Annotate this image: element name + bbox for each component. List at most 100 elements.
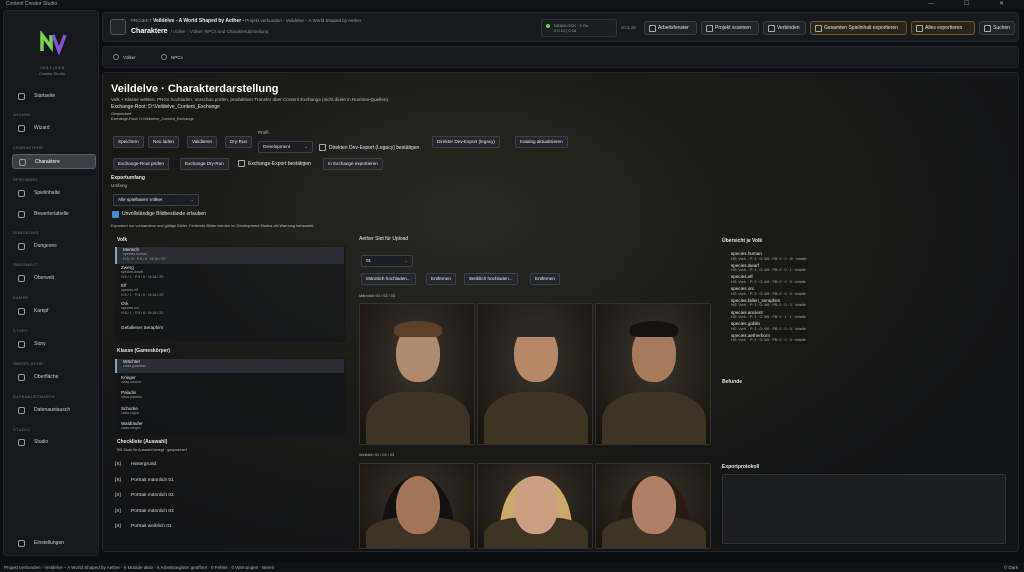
checklist-item: [X] Portrait weiblich 01	[115, 524, 172, 529]
nav-icon	[19, 159, 26, 166]
header-button-0[interactable]: Arbeitsfenster	[644, 21, 697, 35]
volk-item[interactable]: Ork species.orc H:5 / 1 · P:5 / 6 · M:18 /…	[115, 301, 344, 318]
exchange-root-check-button[interactable]: Exchange-Root prüfen	[113, 158, 169, 170]
klasse-id: class.guardian	[123, 364, 147, 368]
sidebar-section-label: CHARAKTERE	[13, 145, 44, 150]
sidebar-section-label: STORY	[13, 328, 29, 333]
sidebar-item-spielinhalte[interactable]: Spielinhalte	[12, 186, 96, 201]
male-portraits-label: Männlich 01 / 02 / 03	[359, 293, 396, 298]
klasse-name: Krieger	[121, 374, 136, 380]
header-button-3[interactable]: Gesamten Spielinhalt exportieren	[810, 21, 907, 35]
klasse-item[interactable]: Waldläufer class.ranger	[115, 421, 344, 435]
male-portrait-03[interactable]	[595, 303, 711, 445]
overview-species-name: species.goblin	[731, 321, 761, 327]
klasse-item[interactable]: Krieger class.warrior	[115, 375, 344, 389]
female-upload-button[interactable]: Weiblich hochladen...	[464, 273, 518, 285]
klasse-id: class.ranger	[121, 426, 141, 430]
status-right: © Dark	[1003, 565, 1018, 570]
male-portrait-02[interactable]	[477, 303, 593, 445]
checklist-item: [X] Portrait männlich 03	[115, 509, 174, 514]
volk-item[interactable]: Mensch species.human H:5 / 5 · P:5 / 6 · M…	[115, 247, 344, 264]
overview-species-stats: HG: Vorh. · P: 3 · O: 5/6 · PB: 0 · 0 · …	[731, 279, 806, 284]
profile-label: Profil	[258, 130, 269, 135]
header-button-5[interactable]: Suchen	[979, 21, 1015, 35]
volk-item[interactable]: Elf species.elf H:5 / 1 · P:5 / 6 · M:18 /…	[115, 283, 344, 300]
sidebar-item-kampf[interactable]: Kampf	[12, 304, 96, 319]
volk-stats: H:5 / 1 · P:5 / 6 · M:18 / 20	[121, 292, 164, 297]
exchange-confirm-label: Exchange-Export bestätigen	[248, 161, 311, 167]
save-button[interactable]: Speichern	[113, 136, 144, 148]
sidebar-item-datenaustausch[interactable]: Datenaustausch	[12, 403, 96, 418]
sidebar-item-dungeons[interactable]: Dungeons	[12, 239, 96, 254]
scope-select[interactable]: Alle spielbaren Völker ⌄	[113, 194, 199, 206]
sidebar-item-bewertertabelle[interactable]: Bewertertabelle	[12, 207, 96, 222]
tab-label: Völker	[123, 55, 136, 60]
header-button-1[interactable]: Projekt scannen	[701, 21, 759, 35]
sidebar-item-oberwelt[interactable]: Oberwelt	[12, 271, 96, 286]
face-shape	[632, 476, 676, 535]
tab-npcs[interactable]: NPCs	[159, 51, 183, 64]
female-portrait-02[interactable]	[477, 463, 593, 549]
direct-dev-export-button[interactable]: Direkter Dev-Export (legacy)	[432, 136, 500, 148]
female-portrait-03[interactable]	[595, 463, 711, 549]
sidebar-item-oberfläche[interactable]: Oberfläche	[12, 370, 96, 385]
exchange-confirm-checkbox[interactable]	[238, 160, 245, 167]
description: Volk + Klasse wählen, PNGs hochladen, Vo…	[111, 97, 390, 102]
header-button-4[interactable]: Alles exportieren	[911, 21, 975, 35]
overview-species-name: species.elf	[731, 274, 753, 280]
window-title: Content Creator Studio	[6, 1, 58, 7]
sidebar-item-charaktere[interactable]: Charaktere	[12, 154, 96, 169]
klasse-item[interactable]: Wächter class.guardian	[115, 359, 344, 373]
direct-dev-checkbox[interactable]	[319, 144, 326, 151]
sidebar-item-label: Kampf	[34, 308, 49, 314]
update-catalog-button[interactable]: Katalog aktualisieren	[515, 136, 568, 148]
overview-species-name: species.aetherborn	[731, 332, 771, 338]
status-bar: Projekt verbunden · Veildelve – A World …	[0, 563, 1024, 572]
sidebar-section-label: SPIELWAHL	[13, 177, 39, 182]
sidebar-item-studio[interactable]: Studio	[12, 435, 96, 450]
klasse-list: Wächter class.guardian Krieger class.warrio…	[115, 358, 346, 436]
nav-icon	[18, 407, 25, 414]
female-portrait-01[interactable]	[359, 463, 475, 549]
exchange-export-button[interactable]: In Exchange exportieren	[323, 158, 383, 170]
checklist-heading: Checkliste (Auswahl)	[117, 439, 168, 445]
dry-run-button[interactable]: Dry-Run	[225, 136, 253, 148]
header-button-2[interactable]: Verbinden	[763, 21, 806, 35]
overview-species-name: species.ancient	[731, 309, 763, 315]
female-remove-button[interactable]: Entfernen	[530, 273, 560, 285]
exchange-dry-run-button[interactable]: Exchange Dry-Run	[180, 158, 229, 170]
checklist-item: [X] Portrait männlich 01	[115, 478, 174, 483]
validate-button[interactable]: Validieren	[187, 136, 218, 148]
sidebar-item-startseite[interactable]: Startseite	[12, 89, 96, 104]
volk-stats: H:5 / 1 · P:5 / 6 · M:18 / 20	[121, 310, 164, 315]
tab-label: NPCs	[171, 55, 183, 60]
sidebar-item-wizard[interactable]: Wizard	[12, 121, 96, 136]
exchange-root: Exchange-Root: D:\Veildelve_Content_Exch…	[111, 104, 220, 110]
volk-item[interactable]: Zwerg species.dwarf H:5 / 1 · P:5 / 6 · M:…	[115, 265, 344, 282]
male-portrait-01[interactable]	[359, 303, 475, 445]
project-status: • Projekt verbunden · Veildelve – A Worl…	[242, 18, 362, 23]
male-remove-button[interactable]: Entfernen	[426, 273, 456, 285]
tab-voelker[interactable]: Völker	[111, 51, 136, 64]
sidebar-item-einstellungen[interactable]: Einstellungen	[12, 536, 96, 551]
male-upload-button[interactable]: Männlich hochladen...	[361, 273, 416, 285]
volk-item[interactable]: Gefallener Seraphim	[115, 325, 344, 342]
slot-select[interactable]: 01 ⌄	[361, 255, 413, 267]
klasse-item[interactable]: Paladin class.paladin	[115, 390, 344, 404]
sidebar-item-story[interactable]: Story	[12, 337, 96, 352]
reload-button[interactable]: Neu laden	[148, 136, 179, 148]
profile-select[interactable]: Development ⌄	[258, 141, 313, 153]
nav-icon	[18, 374, 25, 381]
nav-icon	[18, 308, 25, 315]
sidebar-section-label: KAMPF	[13, 295, 29, 300]
project-icon	[110, 19, 126, 35]
window-controls[interactable]: — ☐ ✕	[928, 0, 1018, 9]
scope-label: Umfang	[111, 183, 128, 188]
checklist-label: Portrait weiblich 01	[131, 524, 172, 529]
tab-bar: Völker NPCs	[102, 46, 1019, 68]
status-line-2: 0 0 12 | 0 16	[554, 28, 577, 33]
allow-incomplete-checkbox[interactable]	[112, 211, 119, 218]
nav-icon	[18, 439, 25, 446]
sidebar-section-label: WIZARD	[13, 112, 31, 117]
klasse-item[interactable]: Schurke class.rogue	[115, 406, 344, 420]
